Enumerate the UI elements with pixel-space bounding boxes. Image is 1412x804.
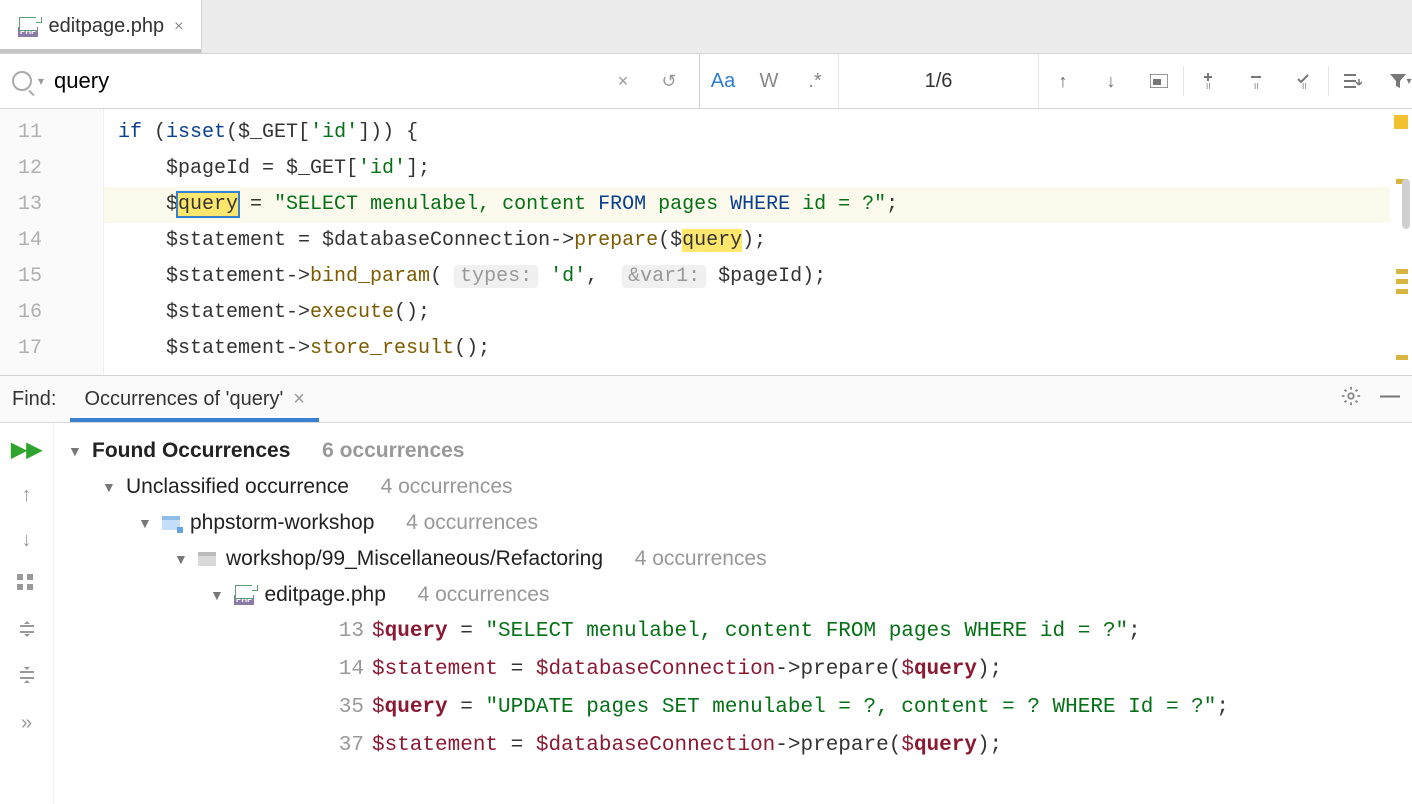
regex-toggle[interactable]: .* <box>792 70 838 93</box>
svg-text:II: II <box>1302 82 1306 90</box>
find-tool-body: ▶▶ ↑ ↓ » ▼Found Occurrences 6 occurrence… <box>0 423 1412 804</box>
tree-root[interactable]: ▼Found Occurrences 6 occurrences <box>54 433 1412 469</box>
add-selection-icon[interactable]: II <box>1184 54 1232 108</box>
tree-folder[interactable]: ▼workshop/99_Miscellaneous/Refactoring 4… <box>54 541 1412 577</box>
find-bar: ▾ × ↺ Aa W .* 1/6 ↑ ↓ II II II ▾ × <box>0 54 1412 109</box>
collapse-all-icon[interactable] <box>18 666 36 690</box>
tree-file[interactable]: ▼PHPeditpage.php 4 occurrences <box>54 577 1412 613</box>
code-editor[interactable]: 11121314151617 if (isset($_GET['id'])) {… <box>0 109 1412 375</box>
settings-gear-icon[interactable] <box>1340 385 1362 413</box>
select-all-occurrences-icon[interactable]: II <box>1280 54 1328 108</box>
select-all-icon[interactable] <box>1135 54 1183 108</box>
clear-search-icon[interactable]: × <box>605 71 641 92</box>
filter-icon[interactable]: ▾ <box>1377 54 1412 108</box>
svg-text:II: II <box>1206 82 1210 90</box>
prev-match-button[interactable]: ↑ <box>1039 54 1087 108</box>
more-icon[interactable]: » <box>21 712 32 735</box>
find-input[interactable] <box>54 68 595 94</box>
find-results-tree[interactable]: ▼Found Occurrences 6 occurrences▼Unclass… <box>54 423 1412 804</box>
search-icon <box>12 71 32 91</box>
close-tab-icon[interactable]: × <box>174 18 183 36</box>
code-area[interactable]: if (isset($_GET['id'])) { $pageId = $_GE… <box>104 109 1390 375</box>
tree-project[interactable]: ▼phpstorm-workshop 4 occurrences <box>54 505 1412 541</box>
find-tool-header: Find: Occurrences of 'query' × — <box>0 375 1412 423</box>
remove-selection-icon[interactable]: II <box>1232 54 1280 108</box>
svg-text:II: II <box>1254 82 1258 90</box>
find-result-row[interactable]: 14$statement = $databaseConnection->prep… <box>54 651 1412 689</box>
group-by-icon[interactable] <box>17 574 37 598</box>
history-icon[interactable]: ↺ <box>651 71 687 92</box>
scrollbar-markers[interactable] <box>1390 109 1412 375</box>
next-match-button[interactable]: ↓ <box>1087 54 1135 108</box>
php-file-icon: PHP <box>18 17 38 37</box>
tab-title: editpage.php <box>48 15 164 38</box>
editor-tab[interactable]: PHP editpage.php × <box>0 0 202 53</box>
close-find-tab-icon[interactable]: × <box>293 388 305 411</box>
find-result-row[interactable]: 13$query = "SELECT menulabel, content FR… <box>54 613 1412 651</box>
match-case-toggle[interactable]: Aa <box>700 70 746 93</box>
find-tool-sidebar: ▶▶ ↑ ↓ » <box>0 423 54 804</box>
minimize-icon[interactable]: — <box>1380 385 1400 413</box>
tree-unclassified[interactable]: ▼Unclassified occurrence 4 occurrences <box>54 469 1412 505</box>
find-results-tab[interactable]: Occurrences of 'query' × <box>76 378 313 421</box>
match-count: 1/6 <box>839 54 1039 108</box>
whole-word-toggle[interactable]: W <box>746 70 792 93</box>
prev-occurrence-icon[interactable]: ↑ <box>22 484 32 507</box>
rerun-search-icon[interactable]: ▶▶ <box>11 437 42 462</box>
find-options: Aa W .* <box>700 54 839 108</box>
editor-tab-bar: PHP editpage.php × <box>0 0 1412 54</box>
find-result-row[interactable]: 35$query = "UPDATE pages SET menulabel =… <box>54 689 1412 727</box>
find-label: Find: <box>12 388 56 411</box>
find-result-row[interactable]: 37$statement = $databaseConnection->prep… <box>54 727 1412 765</box>
find-tab-title: Occurrences of 'query' <box>84 388 283 411</box>
show-find-results-icon[interactable] <box>1329 54 1377 108</box>
expand-all-icon[interactable] <box>18 620 36 644</box>
next-occurrence-icon[interactable]: ↓ <box>22 529 32 552</box>
editor-gutter: 11121314151617 <box>0 109 104 375</box>
